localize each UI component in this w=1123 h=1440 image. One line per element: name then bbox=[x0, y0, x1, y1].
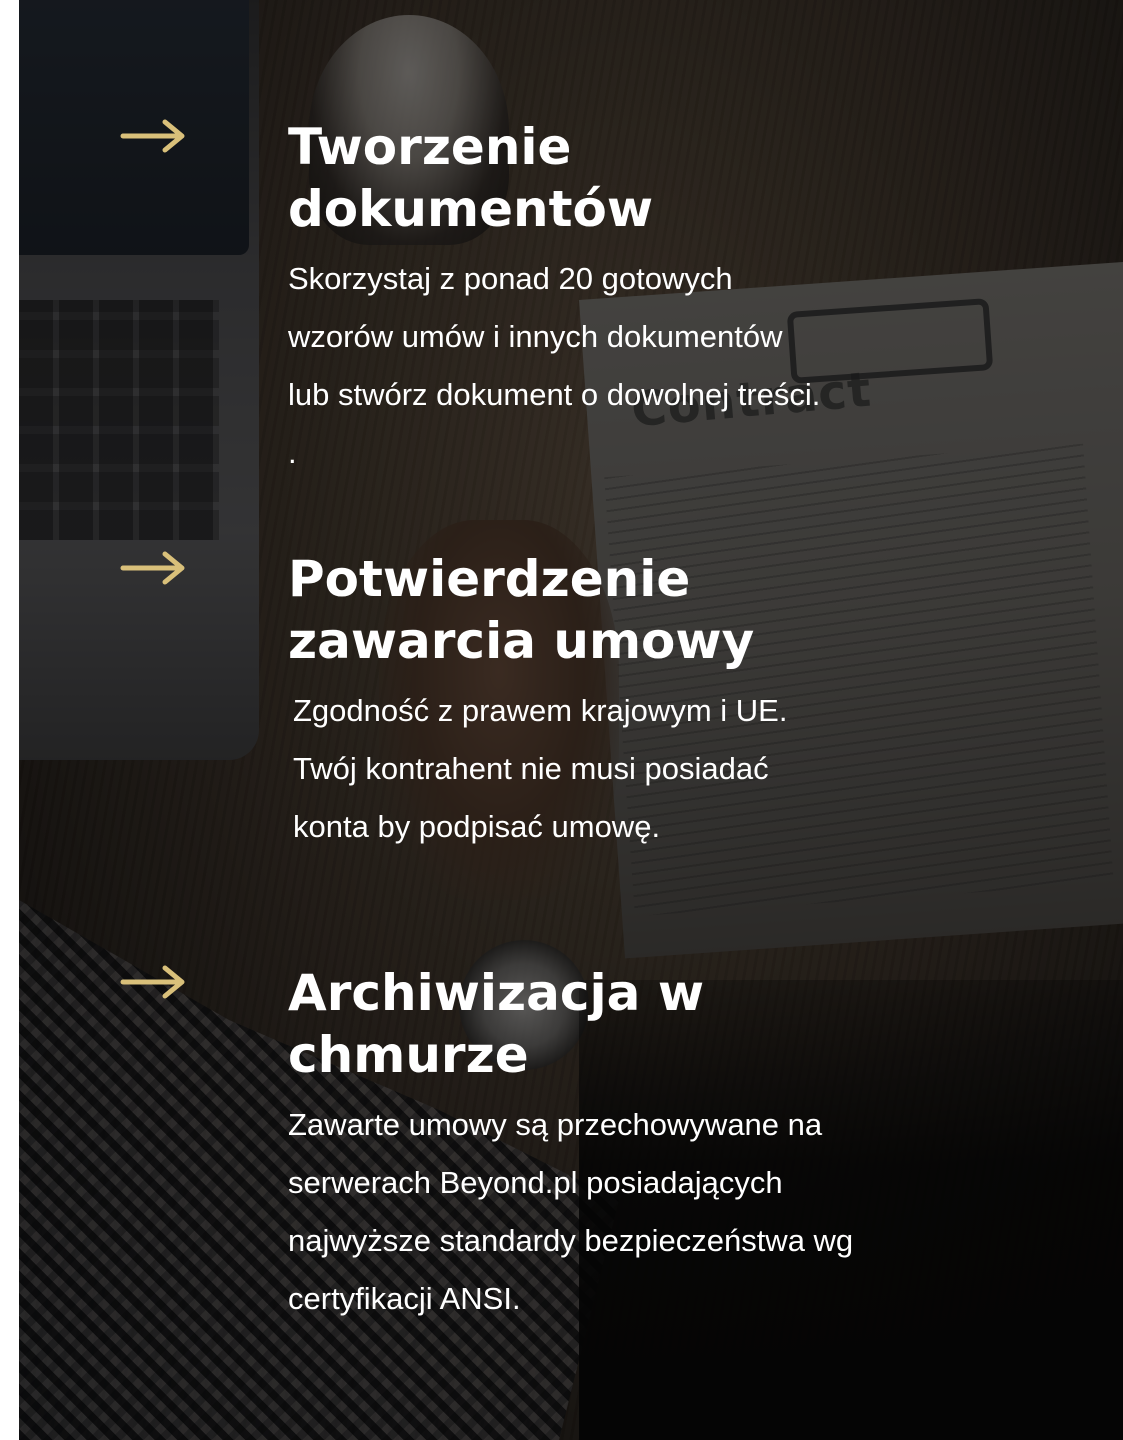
arrow-right-icon bbox=[119, 116, 189, 156]
feature-title: Tworzenie dokumentów bbox=[288, 118, 654, 238]
arrow-right-icon bbox=[119, 548, 189, 588]
arrow-right-icon bbox=[119, 962, 189, 1002]
feature-description: Skorzystaj z ponad 20 gotowych wzorów um… bbox=[288, 261, 821, 470]
feature-description: Zawarte umowy są przechowywane na serwer… bbox=[288, 1107, 854, 1316]
features-section: Contract Tworzenie dokumentów Skorzystaj… bbox=[19, 0, 1123, 1440]
feature-title: Potwierdzenie zawarcia umowy bbox=[288, 550, 755, 670]
feature-description: Zgodność z prawem krajowym i UE. Twój ko… bbox=[293, 693, 788, 844]
feature-title: Archiwizacja w chmurze bbox=[288, 964, 705, 1084]
